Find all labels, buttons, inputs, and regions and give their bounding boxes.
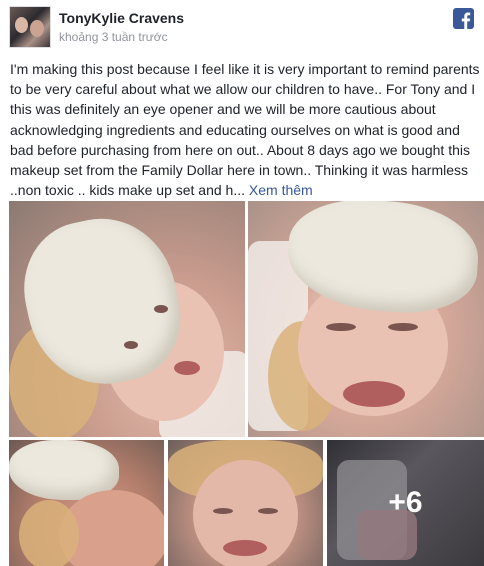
eye-shape [258,508,278,514]
facebook-icon[interactable] [453,8,474,29]
photo-4[interactable] [168,440,323,566]
avatar-face [30,20,44,37]
author-name[interactable]: TonyKylie Cravens [59,10,184,26]
lips-shape [174,361,200,375]
lips-shape [343,381,405,407]
photo-1[interactable] [9,201,245,437]
facebook-post: TonyKylie Cravens khoảng 3 tuần trước I'… [0,0,484,566]
photo-5-more[interactable]: +6 [327,440,484,566]
post-timestamp[interactable]: khoảng 3 tuần trước [59,30,168,44]
eye-shape [326,323,356,331]
post-text: I'm making this post because I feel like… [10,59,480,200]
lips-shape [223,540,267,556]
hair-shape [19,500,79,566]
more-photos-count[interactable]: +6 [327,440,484,566]
avatar[interactable] [9,6,51,48]
towel-shape [284,201,482,318]
post-header: TonyKylie Cravens khoảng 3 tuần trước [9,6,475,48]
avatar-face [15,17,28,33]
eye-shape [213,508,233,514]
photo-3[interactable] [9,440,164,566]
eye-shape [154,305,168,313]
photo-grid: +6 [9,201,484,566]
post-body: I'm making this post because I feel like… [10,61,480,199]
eye-shape [124,341,138,349]
photo-2[interactable] [248,201,484,437]
see-more-link[interactable]: Xem thêm [249,182,313,198]
eye-shape [388,323,418,331]
